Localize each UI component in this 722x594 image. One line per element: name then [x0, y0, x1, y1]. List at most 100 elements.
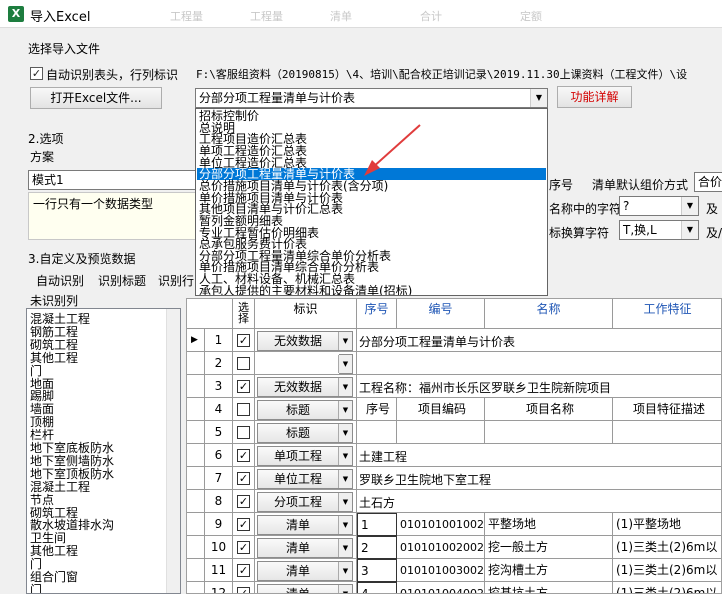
- row-checkbox[interactable]: ✓: [237, 334, 250, 347]
- row-mark-select[interactable]: 标题 ▼: [257, 423, 353, 443]
- list-item[interactable]: 钢筋工程: [30, 326, 78, 338]
- row-checkbox[interactable]: ✓: [237, 380, 250, 393]
- scheme-select[interactable]: 模式1: [28, 170, 198, 190]
- tab-recognize-title[interactable]: 识别标题: [98, 272, 146, 289]
- list-item[interactable]: 门: [30, 584, 42, 593]
- header-feature: 工作特征: [613, 299, 721, 329]
- row-mark-select[interactable]: 清单 ▼: [257, 561, 353, 581]
- list-item[interactable]: 砌筑工程: [30, 339, 78, 351]
- chevron-down-icon[interactable]: ▼: [338, 447, 352, 465]
- row-seq: 3: [357, 559, 397, 582]
- list-item[interactable]: 混凝土工程: [30, 481, 90, 493]
- list-scrollbar[interactable]: [166, 309, 180, 593]
- chevron-down-icon[interactable]: ▼: [338, 401, 352, 419]
- row-mark-select[interactable]: 清单 ▼: [257, 515, 353, 535]
- sheet-option[interactable]: 承包人提供的主要材料和设备清单(招标): [197, 285, 546, 295]
- list-item[interactable]: 顶棚: [30, 416, 54, 428]
- feature-detail-button[interactable]: 功能详解: [557, 86, 632, 108]
- name-chars-label: 名称中的字符: [549, 202, 622, 216]
- row-merged-text: 分部分项工程量清单与计价表: [357, 329, 721, 352]
- list-item[interactable]: 混凝土工程: [30, 313, 90, 325]
- row-mark-select[interactable]: 标题 ▼: [257, 400, 353, 420]
- chevron-down-icon[interactable]: ▼: [338, 516, 352, 534]
- name-chars-select[interactable]: ? ▼: [619, 196, 699, 216]
- row-checkbox[interactable]: ✓: [237, 541, 250, 554]
- row-merged-text: 土石方: [357, 490, 721, 513]
- chevron-down-icon[interactable]: ▼: [338, 493, 352, 511]
- row-mark-select[interactable]: ▼: [338, 354, 353, 374]
- row-code: 010101004002: [397, 582, 485, 593]
- background-menu-item: 定额: [520, 10, 542, 23]
- and-label-2: 及/: [706, 226, 722, 240]
- row-number: 1: [205, 329, 233, 352]
- chevron-down-icon[interactable]: ▼: [338, 424, 352, 442]
- title-bar: X 导入Excel 工程量 工程量 清单 合计 定额: [0, 0, 722, 28]
- list-item[interactable]: 墙面: [30, 403, 54, 415]
- row-mark-value: 单项工程: [273, 449, 322, 463]
- list-item[interactable]: 散水坡道排水沟: [30, 519, 114, 531]
- list-item[interactable]: 栏杆: [30, 429, 54, 441]
- file-path-text: F:\客服组资料（20190815）\4、培训\配合校正培训记录\2019.11…: [196, 68, 688, 81]
- options-section-label: 2.选项: [28, 132, 64, 146]
- list-item[interactable]: 砌筑工程: [30, 507, 78, 519]
- list-item[interactable]: 地下室侧墙防水: [30, 455, 114, 467]
- row-checkbox[interactable]: ✓: [237, 587, 250, 593]
- chevron-down-icon[interactable]: ▼: [338, 562, 352, 580]
- row-mark-select[interactable]: 分项工程 ▼: [257, 492, 353, 512]
- preview-grid[interactable]: 选择 标识 序号 编号 名称 工作特征 ▶ 1 ✓ 无效数据 ▼ 分部分项工程量清单与计价表 2 ▼ 3 ✓ 无…: [186, 298, 722, 594]
- row-feature: 项目特征描述: [613, 398, 721, 421]
- row-mark-select[interactable]: 无效数据 ▼: [257, 377, 353, 397]
- list-item[interactable]: 节点: [30, 494, 54, 506]
- row-mark-select[interactable]: 单项工程 ▼: [257, 446, 353, 466]
- tab-auto-recognize[interactable]: 自动识别: [36, 272, 84, 289]
- scheme-select-value: 模式1: [32, 173, 64, 187]
- chevron-down-icon[interactable]: ▼: [338, 470, 352, 488]
- chevron-down-icon[interactable]: ▼: [681, 221, 698, 239]
- chevron-down-icon[interactable]: ▼: [338, 355, 352, 373]
- row-checkbox[interactable]: ✓: [237, 564, 250, 577]
- row-mark-select[interactable]: 单位工程 ▼: [257, 469, 353, 489]
- list-item[interactable]: 组合门窗: [30, 571, 78, 583]
- list-item[interactable]: 其他工程: [30, 352, 78, 364]
- row-checkbox[interactable]: [237, 357, 250, 370]
- row-feature: (1)平整场地: [613, 513, 721, 536]
- list-item[interactable]: 卫生间: [30, 532, 66, 544]
- row-mark-select[interactable]: 无效数据 ▼: [257, 331, 353, 351]
- row-mark-value: 清单: [285, 518, 310, 532]
- row-checkbox[interactable]: ✓: [237, 518, 250, 531]
- scheme-description: 一行只有一个数据类型: [28, 192, 196, 240]
- row-checkbox[interactable]: [237, 403, 250, 416]
- list-item[interactable]: 地面: [30, 378, 54, 390]
- unrecognized-columns-list[interactable]: 混凝土工程 钢筋工程 砌筑工程 其他工程门地面 踢脚 墙面 顶棚 栏杆 地下室底板防水 地下室侧墙…: [26, 308, 181, 594]
- row-checkbox[interactable]: ✓: [237, 449, 250, 462]
- row-mark-select[interactable]: 清单 ▼: [257, 584, 353, 593]
- auto-header-checkbox[interactable]: ✓: [30, 67, 43, 80]
- list-item[interactable]: 其他工程: [30, 545, 78, 557]
- chevron-down-icon[interactable]: ▼: [338, 332, 352, 350]
- row-number: 10: [205, 536, 233, 559]
- convert-chars-select[interactable]: T,换,L ▼: [619, 220, 699, 240]
- row-code: 010101002002: [397, 536, 485, 559]
- list-item[interactable]: 地下室顶板防水: [30, 468, 114, 480]
- list-item[interactable]: 地下室底板防水: [30, 442, 114, 454]
- row-mark-select[interactable]: 清单 ▼: [257, 538, 353, 558]
- row-checkbox[interactable]: ✓: [237, 472, 250, 485]
- row-checkbox[interactable]: [237, 426, 250, 439]
- chevron-down-icon[interactable]: ▼: [681, 197, 698, 215]
- list-item[interactable]: 踢脚: [30, 390, 54, 402]
- list-item[interactable]: 门: [30, 558, 42, 570]
- row-mark-value: 单位工程: [273, 472, 322, 486]
- sheet-select[interactable]: 分部分项工程量清单与计价表 ▼: [195, 88, 548, 108]
- chevron-down-icon[interactable]: ▼: [338, 539, 352, 557]
- row-mark-value: 无效数据: [273, 334, 322, 348]
- chevron-down-icon[interactable]: ▼: [338, 585, 352, 593]
- chevron-down-icon[interactable]: ▼: [338, 378, 352, 396]
- chevron-down-icon[interactable]: ▼: [530, 89, 547, 107]
- open-excel-button[interactable]: 打开Excel文件...: [30, 87, 162, 109]
- row-name: [485, 421, 613, 444]
- price-method-select[interactable]: 合价: [694, 172, 722, 192]
- tab-recognize-row[interactable]: 识别行: [158, 272, 194, 289]
- row-checkbox[interactable]: ✓: [237, 495, 250, 508]
- row-merged-text: 工程名称：福州市长乐区罗联乡卫生院新院项目: [357, 375, 721, 398]
- list-item[interactable]: 门: [30, 365, 42, 377]
